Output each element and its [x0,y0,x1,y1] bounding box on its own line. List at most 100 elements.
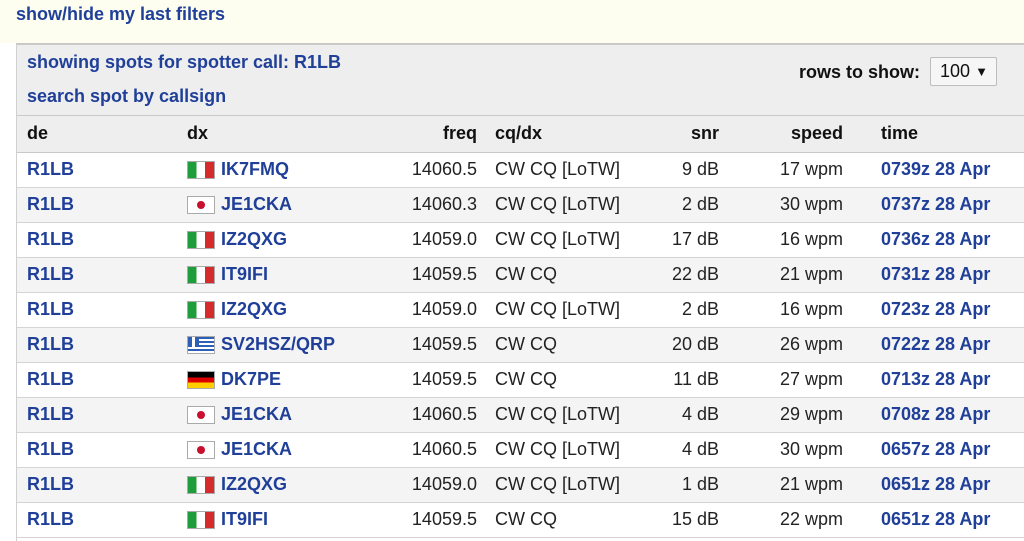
cell-snr: 11 dB [627,362,719,397]
country-flag-icon [187,160,215,179]
cell-speed: 21 wpm [719,467,843,502]
spotter-callsign-link[interactable]: R1LB [27,264,74,284]
table-row: R1LB JE1CKA 14060.3 CW CQ [LoTW] 2 dB 30 wpm 0… [17,187,1024,222]
spotter-callsign-link[interactable]: R1LB [27,334,74,354]
cell-freq: 14059.5 [367,362,477,397]
toggle-filters-link[interactable]: show/hide my last filters [16,4,225,25]
column-header-snr[interactable]: snr [627,116,719,153]
country-flag-icon [187,265,215,284]
cell-time: 0651z 28 Apr [843,502,1024,537]
cell-speed: 21 wpm [719,257,843,292]
cell-speed: 26 wpm [719,327,843,362]
dx-callsign-link[interactable]: JE1CKA [221,439,292,460]
cell-snr: 17 dB [627,222,719,257]
spotter-callsign-link[interactable]: R1LB [27,299,74,319]
dx-callsign-link[interactable]: IT9IFI [221,264,268,285]
cell-snr: 20 dB [627,327,719,362]
country-flag-icon [187,335,215,354]
spotter-callsign-link[interactable]: R1LB [27,159,74,179]
cell-dx: IZ2QXG [187,222,367,257]
cell-snr: 15 dB [627,502,719,537]
cell-de: R1LB [17,152,187,187]
cell-time: 0723z 28 Apr [843,292,1024,327]
chevron-down-icon: ▼ [975,64,988,79]
cell-mode: CW CQ [LoTW] [477,467,627,502]
cell-time: 0713z 28 Apr [843,362,1024,397]
spot-time-link[interactable]: 0713z 28 Apr [881,369,990,389]
cell-de: R1LB [17,187,187,222]
cell-dx: IT9IFI [187,257,367,292]
spot-time-link[interactable]: 0739z 28 Apr [881,159,990,179]
spot-time-link[interactable]: 0722z 28 Apr [881,334,990,354]
column-header-de[interactable]: de [17,116,187,153]
spotter-callsign-link[interactable]: R1LB [27,194,74,214]
table-row: R1LB SV2HSZ/QRP 14059.5 CW CQ 20 dB 26 wpm 072… [17,327,1024,362]
spotter-callsign-link[interactable]: R1LB [27,404,74,424]
table-header-row: de dx freq cq/dx snr speed time [17,116,1024,153]
cell-freq: 14060.5 [367,432,477,467]
spot-time-link[interactable]: 0708z 28 Apr [881,404,990,424]
cell-freq: 14059.0 [367,467,477,502]
cell-mode: CW CQ [477,502,627,537]
spotter-callsign-link[interactable]: R1LB [27,509,74,529]
column-header-dx[interactable]: dx [187,116,367,153]
spot-time-link[interactable]: 0723z 28 Apr [881,299,990,319]
table-row: R1LB JE1CKA 14060.5 CW CQ [LoTW] 4 dB 30 wpm 0… [17,432,1024,467]
rows-to-show-select[interactable]: 100 ▼ [930,57,997,86]
cell-speed: 16 wpm [719,292,843,327]
cell-de: R1LB [17,327,187,362]
cell-mode: CW CQ [LoTW] [477,432,627,467]
spots-table: de dx freq cq/dx snr speed time R1LB IK7F… [17,116,1024,538]
country-flag-icon [187,405,215,424]
cell-freq: 14059.0 [367,222,477,257]
dx-callsign-link[interactable]: IK7FMQ [221,159,289,180]
table-row: R1LB IT9IFI 14059.5 CW CQ 15 dB 22 wpm 0651z 2… [17,502,1024,537]
cell-dx: JE1CKA [187,187,367,222]
cell-de: R1LB [17,397,187,432]
spot-time-link[interactable]: 0657z 28 Apr [881,439,990,459]
cell-freq: 14060.3 [367,187,477,222]
spot-time-link[interactable]: 0731z 28 Apr [881,264,990,284]
spotter-callsign-link[interactable]: R1LB [27,439,74,459]
spotter-callsign-link[interactable]: R1LB [27,229,74,249]
table-row: R1LB DK7PE 14059.5 CW CQ 11 dB 27 wpm 0713z 28… [17,362,1024,397]
cell-de: R1LB [17,222,187,257]
column-header-mode[interactable]: cq/dx [477,116,627,153]
spot-time-link[interactable]: 0736z 28 Apr [881,229,990,249]
cell-snr: 4 dB [627,432,719,467]
cell-freq: 14059.0 [367,292,477,327]
table-row: R1LB IZ2QXG 14059.0 CW CQ [LoTW] 2 dB 16 wpm 0… [17,292,1024,327]
search-callsign-link[interactable]: search spot by callsign [27,86,226,107]
dx-callsign-link[interactable]: JE1CKA [221,404,292,425]
dx-callsign-link[interactable]: IZ2QXG [221,299,287,320]
spot-time-link[interactable]: 0737z 28 Apr [881,194,990,214]
dx-callsign-link[interactable]: IZ2QXG [221,474,287,495]
cell-mode: CW CQ [LoTW] [477,292,627,327]
spot-time-link[interactable]: 0651z 28 Apr [881,474,990,494]
dx-callsign-link[interactable]: IT9IFI [221,509,268,530]
spot-time-link[interactable]: 0651z 28 Apr [881,509,990,529]
column-header-time[interactable]: time [843,116,1024,153]
cell-dx: IT9IFI [187,502,367,537]
cell-speed: 17 wpm [719,152,843,187]
dx-callsign-link[interactable]: IZ2QXG [221,229,287,250]
table-row: R1LB IT9IFI 14059.5 CW CQ 22 dB 21 wpm 0731z 2… [17,257,1024,292]
cell-time: 0657z 28 Apr [843,432,1024,467]
panel-header: showing spots for spotter call: R1LB sea… [17,45,1024,116]
column-header-freq[interactable]: freq [367,116,477,153]
spotter-call-link[interactable]: showing spots for spotter call: R1LB [27,52,341,73]
cell-snr: 22 dB [627,257,719,292]
cell-freq: 14059.5 [367,257,477,292]
cell-time: 0651z 28 Apr [843,467,1024,502]
column-header-speed[interactable]: speed [719,116,843,153]
dx-callsign-link[interactable]: JE1CKA [221,194,292,215]
dx-callsign-link[interactable]: SV2HSZ/QRP [221,334,335,355]
spotter-callsign-link[interactable]: R1LB [27,369,74,389]
spotter-callsign-link[interactable]: R1LB [27,474,74,494]
cell-mode: CW CQ [LoTW] [477,187,627,222]
cell-dx: JE1CKA [187,397,367,432]
cell-freq: 14059.5 [367,502,477,537]
cell-de: R1LB [17,467,187,502]
cell-time: 0737z 28 Apr [843,187,1024,222]
dx-callsign-link[interactable]: DK7PE [221,369,281,390]
